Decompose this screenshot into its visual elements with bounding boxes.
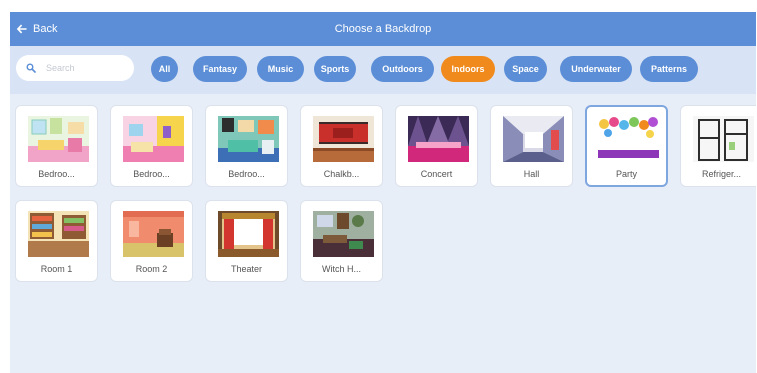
- category-underwater-button[interactable]: Underwater: [560, 56, 632, 82]
- search-icon: [26, 63, 36, 73]
- backdrop-thumbnail: [218, 211, 279, 257]
- backdrop-label: Theater: [230, 264, 263, 274]
- backdrop-thumbnail: [313, 211, 374, 257]
- backdrop-grid: Bedroo... Bedroo... Bedroo... Chalkb... Conc…: [10, 94, 756, 373]
- backdrop-label: Party: [615, 169, 637, 179]
- header-bar: Choose a Backdrop Back: [10, 12, 756, 46]
- backdrop-label: Room 2: [135, 264, 168, 274]
- backdrop-card-room-1[interactable]: Room 1: [15, 200, 98, 282]
- backdrop-card-chalkb[interactable]: Chalkb...: [300, 105, 383, 187]
- backdrop-thumbnail: [313, 116, 374, 162]
- backdrop-thumbnail: [598, 116, 659, 162]
- backdrop-label: Refriger...: [701, 169, 741, 179]
- backdrop-thumbnail: [123, 116, 184, 162]
- backdrop-label: Bedroo...: [228, 169, 265, 179]
- backdrop-card-refriger[interactable]: Refriger...: [680, 105, 756, 187]
- backdrop-card-room-2[interactable]: Room 2: [110, 200, 193, 282]
- filter-bar: All Fantasy Music Sports Outdoors Indoors Spac…: [10, 46, 756, 94]
- backdrop-card-hall[interactable]: Hall: [490, 105, 573, 187]
- backdrop-label: Bedroo...: [133, 169, 170, 179]
- backdrop-thumbnail: [693, 116, 754, 162]
- category-patterns-button[interactable]: Patterns: [640, 56, 698, 82]
- backdrop-thumbnail: [503, 116, 564, 162]
- category-all-button[interactable]: All: [151, 56, 178, 82]
- category-music-button[interactable]: Music: [257, 56, 304, 82]
- backdrop-thumbnail: [28, 116, 89, 162]
- backdrop-card-witch-h[interactable]: Witch H...: [300, 200, 383, 282]
- backdrop-card-theater[interactable]: Theater: [205, 200, 288, 282]
- backdrop-card-concert[interactable]: Concert: [395, 105, 478, 187]
- backdrop-label: Witch H...: [321, 264, 361, 274]
- back-button[interactable]: Back: [16, 12, 57, 46]
- category-fantasy-button[interactable]: Fantasy: [193, 56, 247, 82]
- category-space-button[interactable]: Space: [504, 56, 547, 82]
- page-title: Choose a Backdrop: [334, 23, 432, 35]
- backdrop-library-window: Choose a Backdrop Back All Fantasy Music Sp…: [10, 12, 756, 373]
- back-label: Back: [33, 23, 58, 35]
- backdrop-card-bedroo[interactable]: Bedroo...: [110, 105, 193, 187]
- backdrop-thumbnail: [28, 211, 89, 257]
- backdrop-label: Room 1: [40, 264, 73, 274]
- backdrop-label: Chalkb...: [323, 169, 360, 179]
- backdrop-label: Hall: [523, 169, 540, 179]
- category-sports-button[interactable]: Sports: [314, 56, 356, 82]
- arrow-left-icon: [16, 24, 27, 34]
- backdrop-label: Bedroo...: [38, 169, 75, 179]
- backdrop-label: Concert: [420, 169, 453, 179]
- search-input[interactable]: [44, 62, 128, 74]
- backdrop-thumbnail: [218, 116, 279, 162]
- category-outdoors-button[interactable]: Outdoors: [371, 56, 434, 82]
- backdrop-thumbnail: [408, 116, 469, 162]
- backdrop-card-bedroo[interactable]: Bedroo...: [15, 105, 98, 187]
- search-box[interactable]: [16, 55, 134, 81]
- category-indoors-button[interactable]: Indoors: [441, 56, 495, 82]
- backdrop-card-bedroo[interactable]: Bedroo...: [205, 105, 288, 187]
- backdrop-thumbnail: [123, 211, 184, 257]
- backdrop-card-party[interactable]: Party: [585, 105, 668, 187]
